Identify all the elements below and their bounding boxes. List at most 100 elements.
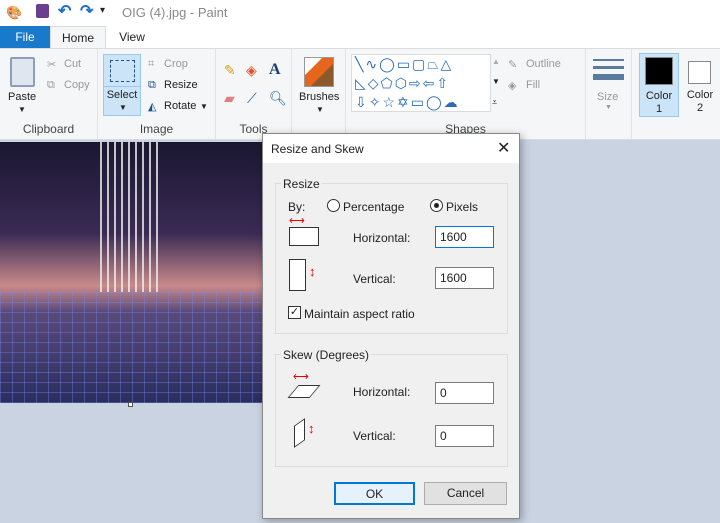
canvas-grid-floor (0, 292, 262, 403)
size-dropdown-icon: ▼ (605, 104, 612, 111)
gallery-more-icon[interactable]: ⩡ (492, 97, 497, 108)
eraser-icon[interactable]: ▰ (224, 90, 235, 107)
color2-button[interactable]: Color 2 (682, 53, 718, 117)
paste-dropdown-icon[interactable]: ▼ (18, 105, 26, 114)
resize-vertical-label: Vertical: (353, 272, 396, 286)
color1-number: 1 (655, 103, 663, 115)
image-canvas[interactable] (0, 142, 262, 403)
cut-icon: ✂ (47, 59, 57, 71)
resize-horizontal-input[interactable]: 1600 (435, 226, 494, 248)
copy-icon: ⧉ (47, 79, 55, 91)
window-title: OIG (4).jpg - Paint (122, 5, 228, 20)
color1-button[interactable]: Color 1 (639, 53, 679, 117)
tab-view[interactable]: View (106, 26, 158, 49)
resize-vertical-input[interactable]: 1600 (435, 267, 494, 289)
undo-icon[interactable]: ↶ (58, 1, 71, 21)
paint-app-icon: 🎨 (6, 5, 23, 20)
image-group: Select ▼ ⌗ Crop ⧉ Resize ◭ Rotate ▼ Imag… (98, 49, 216, 139)
cut-button[interactable]: Cut (64, 58, 81, 70)
size-label: Size (597, 91, 619, 103)
brushes-label: Brushes (299, 91, 340, 103)
percentage-label[interactable]: Percentage (343, 200, 404, 214)
size-button[interactable]: Size ▼ (586, 49, 632, 139)
maintain-aspect-label[interactable]: Maintain aspect ratio (304, 307, 415, 321)
skew-horizontal-label: Horizontal: (353, 385, 411, 399)
ok-button[interactable]: OK (334, 482, 415, 505)
rotate-dropdown-icon[interactable]: ▼ (200, 102, 208, 111)
brushes-dropdown-icon: ▼ (316, 105, 324, 114)
close-icon[interactable]: ✕ (497, 138, 510, 158)
brushes-group[interactable]: Brushes ▼ (292, 49, 346, 139)
select-label: Select (104, 86, 140, 101)
color2-swatch (688, 61, 711, 84)
image-group-label: Image (139, 122, 174, 136)
horizontal-resize-arrow-icon: ⟷ (289, 215, 305, 227)
magnifier-icon[interactable]: 🔍︎ (269, 90, 287, 107)
color-picker-icon[interactable]: ⟋ (247, 90, 257, 107)
pixels-label[interactable]: Pixels (446, 200, 478, 214)
pencil-icon[interactable]: ✎ (224, 62, 236, 79)
horizontal-resize-icon (289, 227, 319, 246)
vertical-resize-arrow-icon: ↕ (309, 264, 316, 279)
skew-vertical-arrow-icon: ↕ (308, 421, 315, 436)
clipboard-group-label: Clipboard (22, 122, 75, 136)
title-bar: 🎨 ↶ ↷ ▾ OIG (4).jpg - Paint (0, 0, 720, 26)
gallery-up-icon[interactable]: ▲ (492, 57, 500, 66)
percentage-radio[interactable] (327, 199, 340, 212)
shapes-gallery[interactable]: ╲∿◯▭▢⏢△ ◺◇⬠⬡⇨⇦⇧ ⇩✧☆✡▭◯☁ (351, 54, 491, 112)
select-icon (110, 60, 135, 82)
outline-button[interactable]: Outline (526, 58, 561, 70)
crop-icon: ⌗ (148, 58, 155, 70)
skew-vertical-input[interactable]: 0 (435, 425, 494, 447)
maintain-aspect-checkbox[interactable]: ✓ (288, 306, 301, 319)
fill-bucket-icon[interactable]: ◈ (246, 62, 257, 79)
resize-group-label: Resize (281, 177, 322, 191)
skew-horizontal-arrow-icon: ⟷ (293, 371, 309, 383)
ribbon-tabs: File Home View (0, 26, 720, 49)
brushes-icon (304, 57, 334, 87)
rotate-button[interactable]: Rotate (164, 100, 196, 112)
select-button[interactable]: Select ▼ (103, 54, 141, 116)
fill-button[interactable]: Fill (526, 79, 540, 91)
skew-horizontal-input[interactable]: 0 (435, 382, 494, 404)
resize-button[interactable]: Resize (164, 79, 198, 91)
ribbon: Paste ▼ ✂ Cut ⧉ Copy Clipboard Select ▼ … (0, 48, 720, 140)
color1-label: Color (645, 90, 673, 102)
redo-icon[interactable]: ↷ (80, 1, 93, 21)
gallery-down-icon[interactable]: ▼ (492, 77, 500, 86)
fill-icon: ◈ (508, 80, 517, 92)
color1-swatch (645, 57, 673, 85)
skew-group (275, 354, 508, 467)
shapes-group: ╲∿◯▭▢⏢△ ◺◇⬠⬡⇨⇦⇧ ⇩✧☆✡▭◯☁ ▲ ▼ ⩡ ✎ Outline ◈ … (346, 49, 586, 139)
by-label: By: (288, 200, 306, 214)
canvas-resize-handle[interactable] (128, 402, 133, 407)
outline-icon: ✎ (508, 59, 518, 71)
pixels-radio[interactable] (430, 199, 443, 212)
color2-number: 2 (696, 102, 704, 114)
paste-icon[interactable] (10, 57, 35, 87)
dialog-title: Resize and Skew (263, 134, 519, 163)
crop-button[interactable]: Crop (164, 58, 188, 70)
skew-vertical-label: Vertical: (353, 429, 396, 443)
size-line (593, 74, 624, 80)
resize-horizontal-label: Horizontal: (353, 231, 411, 245)
paste-button[interactable]: Paste (8, 91, 36, 103)
resize-skew-dialog: Resize and Skew ✕ Resize By: Percentage … (262, 133, 520, 519)
vertical-resize-icon (289, 259, 306, 291)
tab-file[interactable]: File (0, 26, 50, 49)
rotate-icon: ◭ (148, 101, 157, 113)
clipboard-group: Paste ▼ ✂ Cut ⧉ Copy Clipboard (0, 49, 98, 139)
cancel-button[interactable]: Cancel (424, 482, 507, 505)
size-icon (593, 59, 624, 61)
tab-home[interactable]: Home (50, 26, 106, 49)
copy-button[interactable]: Copy (64, 79, 90, 91)
color2-label: Color (686, 89, 714, 101)
save-icon[interactable] (36, 4, 49, 18)
tools-group: ✎ ◈ A ▰ ⟋ 🔍︎ Tools (216, 49, 292, 139)
size-line (593, 66, 624, 69)
resize-icon: ⧉ (148, 79, 156, 91)
text-tool-icon[interactable]: A (269, 61, 281, 79)
skew-group-label: Skew (Degrees) (281, 348, 372, 362)
select-dropdown-icon: ▼ (119, 103, 127, 112)
customize-quick-access-icon[interactable]: ▾ (100, 5, 105, 16)
